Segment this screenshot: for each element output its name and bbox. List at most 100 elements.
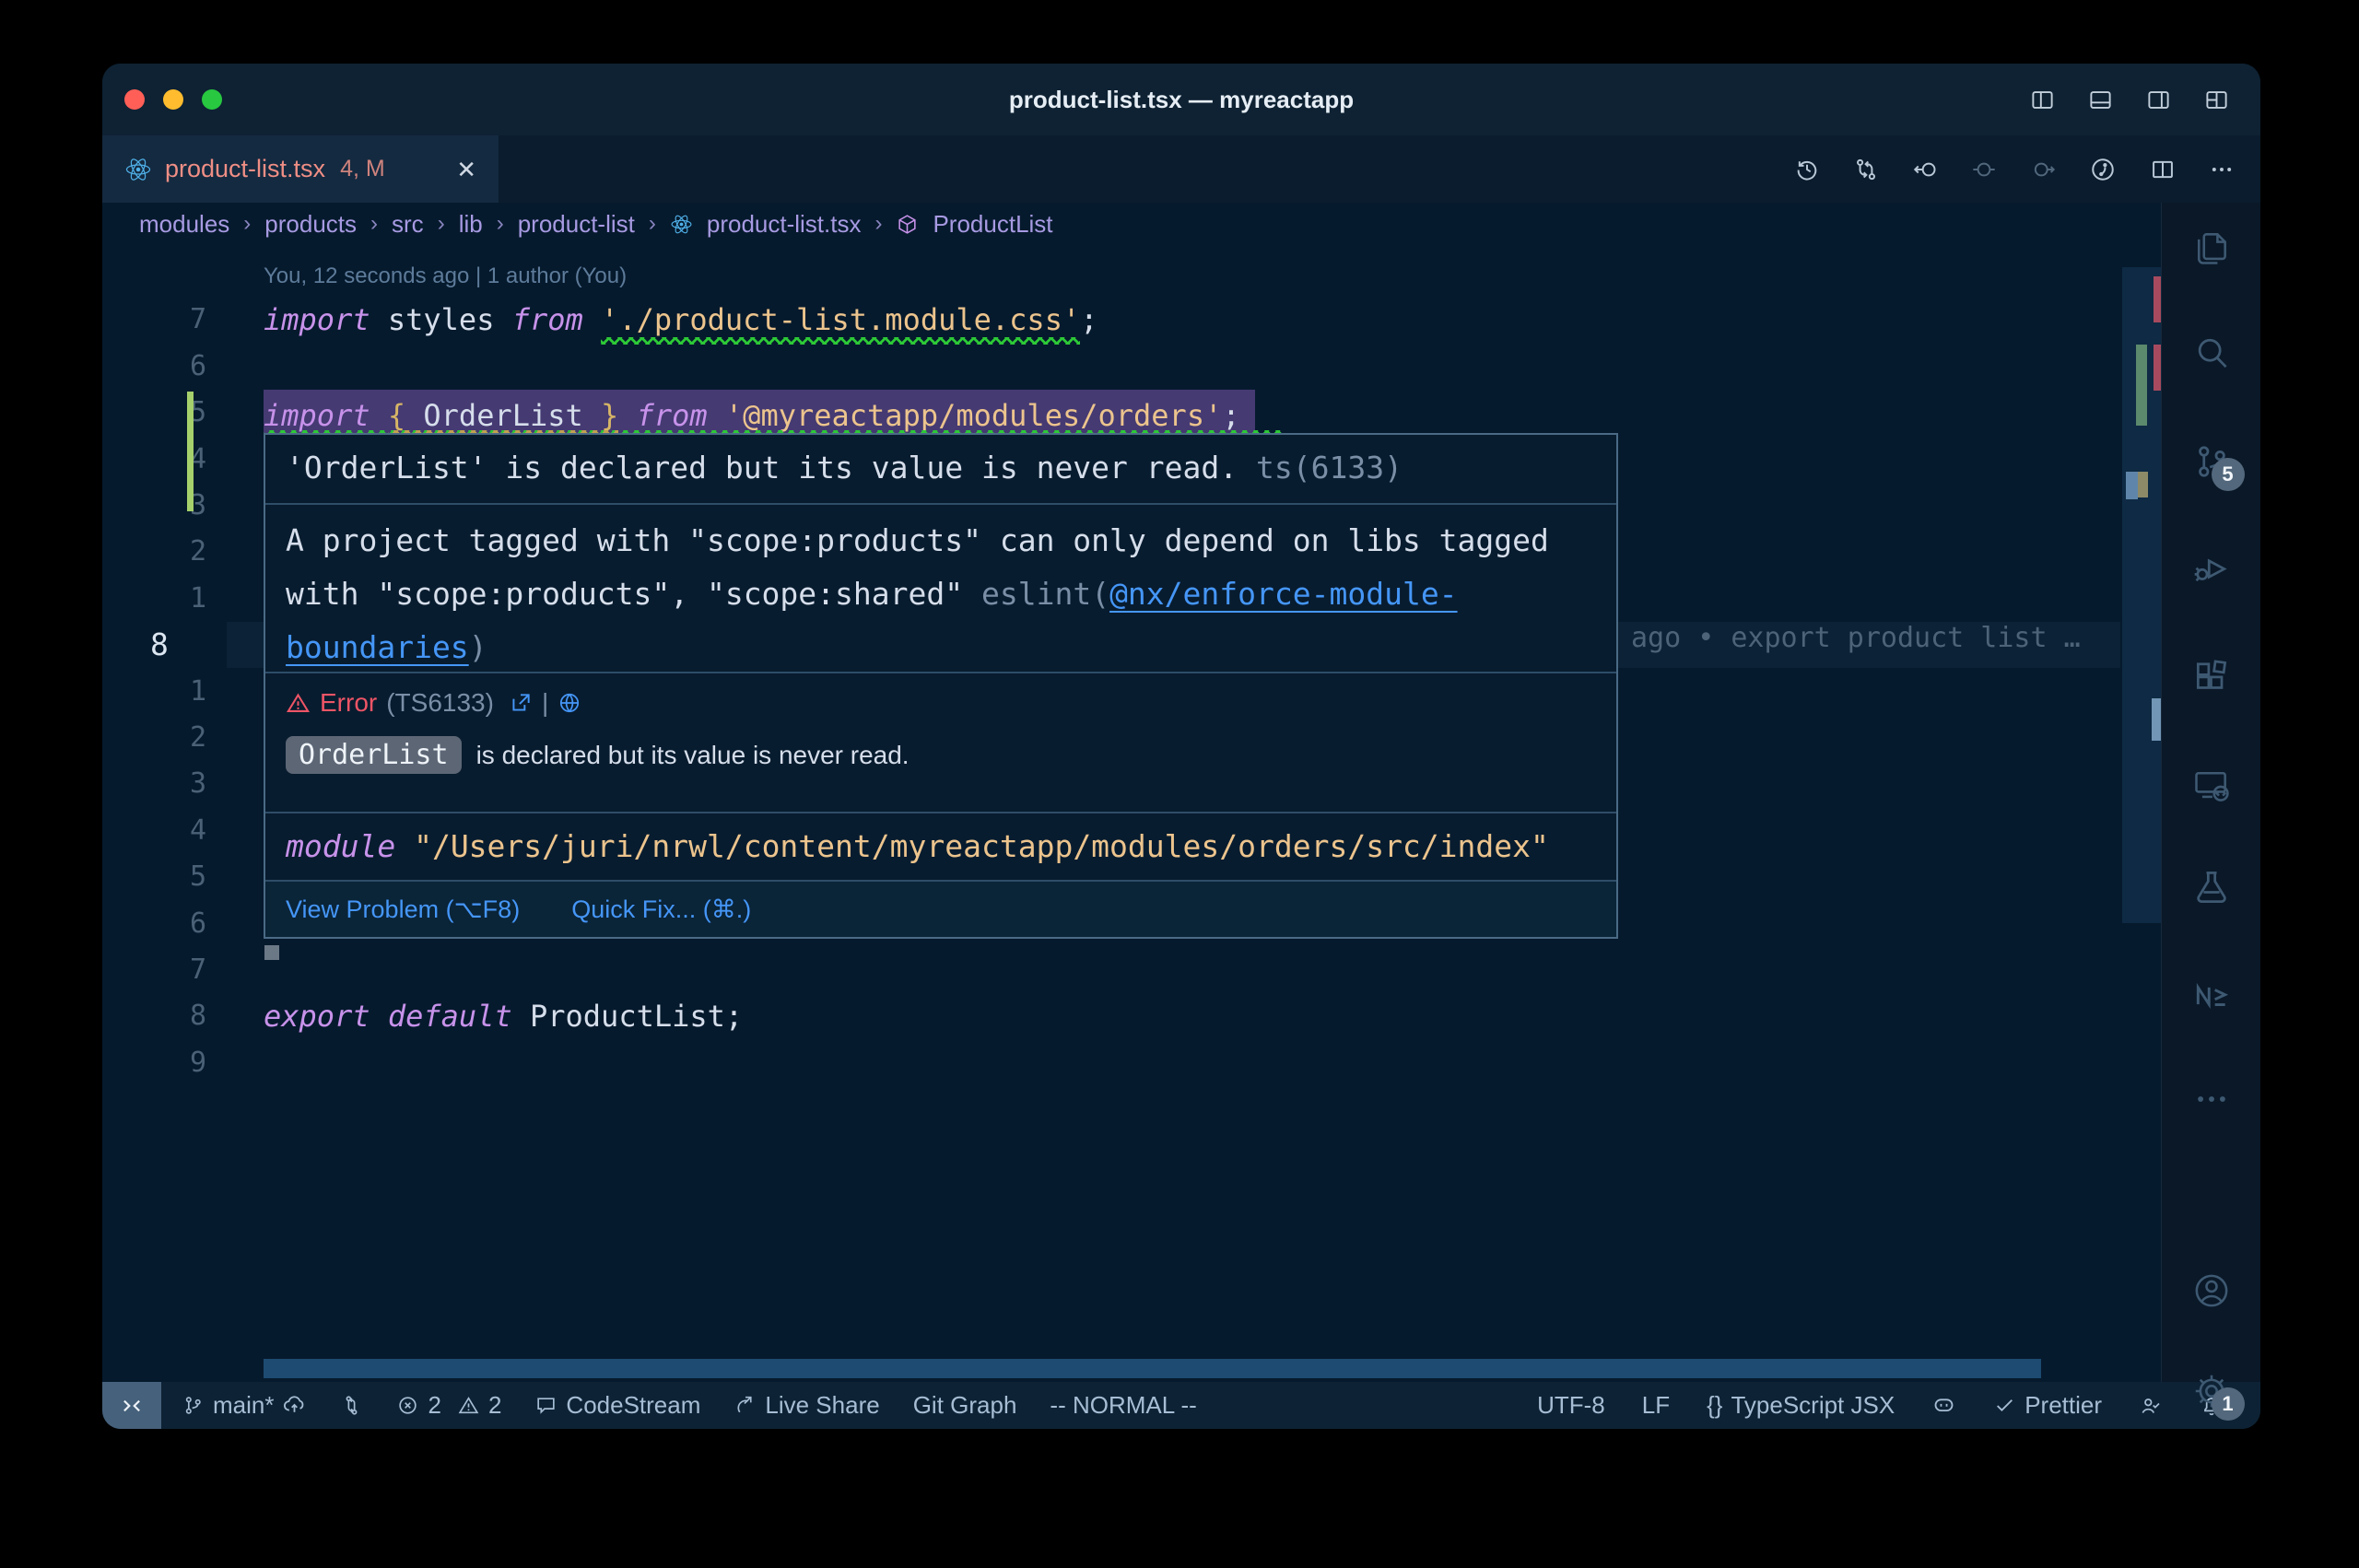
breadcrumb-src[interactable]: src [392, 210, 424, 239]
nx-rule-link[interactable]: boundaries [286, 629, 469, 665]
status-bar: main* 2 2 CodeStream Live Share Git Grap… [102, 1382, 2260, 1429]
panel-right-icon[interactable] [2146, 88, 2171, 112]
remote-indicator[interactable] [102, 1382, 161, 1429]
codestream-status[interactable]: CodeStream [534, 1391, 700, 1420]
view-problem-link[interactable]: View Problem (⌥F8) [286, 895, 520, 924]
line-number: 6 [102, 901, 206, 947]
account-icon[interactable] [2191, 1270, 2232, 1311]
share-arrow-icon [734, 1394, 757, 1417]
globe-icon[interactable] [557, 691, 581, 715]
comment-bubble-icon [534, 1394, 557, 1417]
run-query-icon[interactable] [2089, 156, 2117, 183]
line-number: 7 [102, 297, 206, 343]
testing-beaker-icon[interactable] [2191, 867, 2232, 907]
breadcrumb-symbol[interactable]: ProductList [933, 210, 1052, 239]
gitlens-authors-lens[interactable]: You, 12 seconds ago | 1 author (You) [264, 256, 627, 297]
branch-status[interactable]: main* [182, 1391, 307, 1420]
symbol-cube-icon [896, 213, 919, 236]
panel-bottom-icon[interactable] [2088, 88, 2113, 112]
timeline-history-icon[interactable] [1794, 157, 1820, 182]
breadcrumb-modules[interactable]: modules [139, 210, 229, 239]
modified-lines-indicator [187, 392, 194, 511]
layout-controls [2030, 64, 2229, 135]
language-mode-status[interactable]: {} TypeScript JSX [1707, 1391, 1895, 1420]
search-marker [2138, 472, 2148, 497]
previous-change-icon[interactable] [1971, 157, 1997, 182]
code-editor[interactable]: You, 12 seconds ago | 1 author (You) 765… [102, 245, 2161, 1382]
title-bar: product-list.tsx — myreactapp [102, 64, 2260, 135]
code-line-export-default: export default ProductList; [264, 993, 743, 1039]
symbol-chip: OrderList [286, 736, 462, 774]
remote-explorer-icon[interactable] [2191, 766, 2232, 806]
react-file-icon [124, 156, 152, 183]
run-debug-icon[interactable] [2191, 548, 2232, 589]
prettier-status[interactable]: Prettier [1993, 1391, 2102, 1420]
copilot-status[interactable] [1931, 1393, 1956, 1418]
breadcrumb: modules › products › src › lib › product… [102, 203, 2161, 245]
navigate-back-icon[interactable] [1912, 157, 1938, 182]
code-line-import-styles: import styles from './product-list.modul… [264, 297, 1097, 343]
cloud-upload-icon [282, 1393, 307, 1418]
lint-squiggle [601, 337, 1080, 345]
line-number: 3 [102, 761, 206, 807]
settings-gear-icon[interactable]: 1 [2191, 1371, 2232, 1411]
more-actions-icon[interactable] [2209, 157, 2235, 182]
editor-actions [1794, 135, 2235, 203]
cursor-position-marker [2152, 698, 2161, 741]
breadcrumb-product-list[interactable]: product-list [518, 210, 635, 239]
code-line-import-orderlist: import { OrderList } from '@myreactapp/m… [264, 390, 1255, 436]
error-lens-text: is declared but its value is never read. [476, 741, 910, 770]
settings-badge: 1 [2212, 1387, 2245, 1421]
line-number: 4 [102, 808, 206, 854]
search-icon[interactable] [2191, 333, 2232, 373]
more-views-icon[interactable] [2191, 1079, 2232, 1119]
modified-marker [2136, 345, 2147, 426]
activity-bar: 5 1 [2161, 203, 2260, 1382]
line-number: 5 [102, 854, 206, 900]
hover-module-path: module "/Users/juri/nrwl/content/myreact… [265, 812, 1616, 880]
source-control-icon[interactable]: 5 [2191, 441, 2232, 482]
feedback-person-icon[interactable] [2139, 1394, 2163, 1418]
chevron-right-icon: › [874, 211, 882, 237]
hover-status-row: View Problem (⌥F8) Quick Fix... (⌘.) [265, 880, 1616, 937]
split-editor-layout-icon[interactable] [2030, 88, 2055, 112]
horizontal-scrollbar[interactable] [264, 1359, 2041, 1378]
explorer-icon[interactable] [2191, 228, 2232, 268]
customize-layout-icon[interactable] [2204, 88, 2229, 112]
breadcrumb-lib[interactable]: lib [459, 210, 483, 239]
eol-status[interactable]: LF [1642, 1391, 1670, 1420]
extensions-icon[interactable] [2191, 656, 2232, 696]
git-branch-icon [182, 1394, 205, 1417]
vim-mode-status[interactable]: -- NORMAL -- [1050, 1391, 1196, 1420]
line-number: 1 [102, 576, 206, 622]
quick-fix-link[interactable]: Quick Fix... (⌘.) [571, 895, 751, 924]
line-number: 9 [102, 1040, 206, 1086]
line-number: 7 [102, 947, 206, 993]
warning-triangle-icon [286, 691, 311, 716]
breadcrumb-products[interactable]: products [264, 210, 357, 239]
hover-eslint-message: A project tagged with "scope:products" c… [265, 503, 1616, 672]
git-graph-status[interactable]: Git Graph [913, 1391, 1017, 1420]
breadcrumb-file[interactable]: product-list.tsx [707, 210, 862, 239]
next-change-icon[interactable] [2030, 157, 2056, 182]
open-external-icon[interactable] [509, 691, 533, 715]
split-editor-icon[interactable] [2150, 157, 2176, 182]
line-number: 2 [102, 715, 206, 761]
branch-compare-status[interactable] [340, 1394, 363, 1417]
scrollbar-thumb[interactable] [2126, 472, 2138, 499]
live-share-status[interactable]: Live Share [734, 1391, 879, 1420]
git-compare-icon[interactable] [1853, 157, 1879, 182]
line-number: 2 [102, 529, 206, 575]
chevron-right-icon: › [438, 211, 445, 237]
hover-resize-grip[interactable] [264, 945, 279, 960]
problems-status[interactable]: 2 2 [396, 1391, 501, 1420]
nx-rule-link[interactable]: @nx/enforce-module- [1109, 576, 1458, 612]
nx-console-icon[interactable] [2191, 976, 2232, 1016]
tab-product-list[interactable]: product-list.tsx 4, M ✕ [102, 135, 499, 203]
hover-ts-message: 'OrderList' is declared but its value is… [265, 435, 1616, 503]
encoding-status[interactable]: UTF-8 [1537, 1391, 1605, 1420]
chevron-right-icon: › [370, 211, 378, 237]
line-number: 6 [102, 344, 206, 390]
hover-error-lens: Error (TS6133) | OrderList is declared b… [265, 672, 1616, 812]
close-tab-icon[interactable]: ✕ [456, 158, 476, 181]
